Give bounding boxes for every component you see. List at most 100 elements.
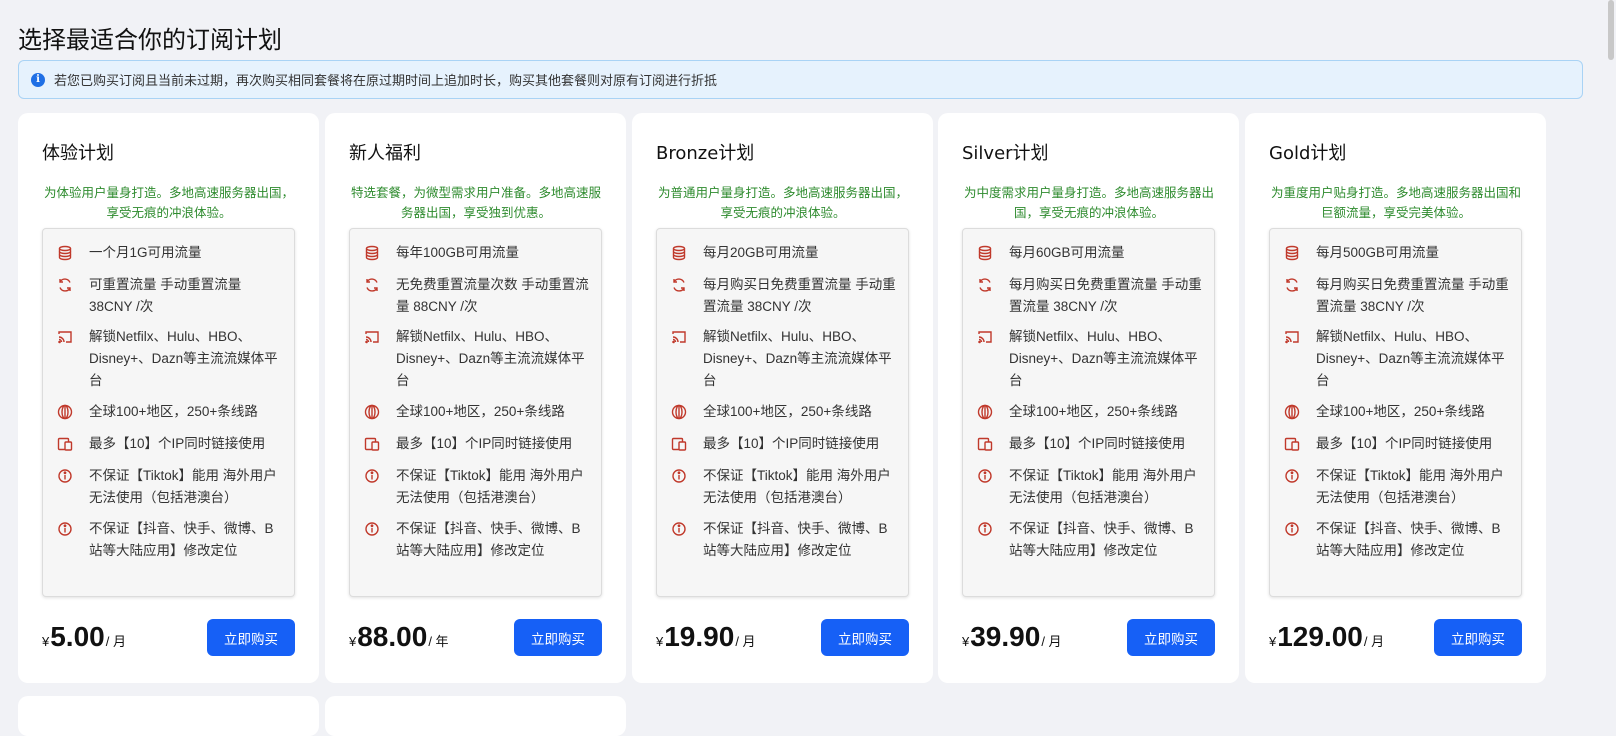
plan-price: ¥19.90/ 月 (656, 621, 756, 653)
buy-now-button[interactable]: 立即购买 (1127, 619, 1215, 656)
feature-text: 最多【10】个IP同时链接使用 (703, 436, 880, 451)
refresh-icon (364, 277, 380, 293)
billing-period: / 月 (105, 634, 126, 649)
feature-text: 全球100+地区，250+条线路 (703, 404, 872, 419)
feature-text: 无免费重置流量次数 手动重置流量 88CNY /次 (396, 277, 589, 314)
feature-text: 每月500GB可用流量 (1316, 245, 1440, 260)
page-title: 选择最适合你的订阅计划 (18, 26, 282, 54)
globe-icon (671, 404, 687, 420)
plan-card: Bronze计划 为普通用户量身打造。多地高速服务器出国，享受无痕的冲浪体验。 每月… (632, 113, 933, 683)
feature-text: 最多【10】个IP同时链接使用 (89, 436, 266, 451)
database-icon (977, 245, 993, 261)
feature-list: 一个月1G可用流量可重置流量 手动重置流量 38CNY /次解锁Netfilx、… (42, 228, 295, 597)
devices-icon (977, 436, 993, 452)
scrollbar[interactable] (1606, 0, 1616, 712)
feature-text: 不保证【Tiktok】能用 海外用户无法使用（包括港澳台） (703, 468, 891, 505)
feature-list: 每年100GB可用流量无免费重置流量次数 手动重置流量 88CNY /次解锁Ne… (349, 228, 602, 597)
feature-text: 每月60GB可用流量 (1009, 245, 1125, 260)
info-icon (977, 521, 993, 537)
currency-symbol: ¥ (42, 634, 50, 649)
plan-card-partial (18, 696, 319, 736)
feature-text: 不保证【Tiktok】能用 海外用户无法使用（包括港澳台） (396, 468, 584, 505)
devices-icon (57, 436, 73, 452)
billing-period: / 月 (1363, 634, 1385, 649)
feature-list: 每月60GB可用流量每月购买日免费重置流量 手动重置流量 38CNY /次解锁N… (962, 228, 1215, 597)
devices-icon (364, 436, 380, 452)
database-icon (57, 245, 73, 261)
devices-icon (671, 436, 687, 452)
feature-text: 不保证【抖音、快手、微博、B站等大陆应用】修改定位 (396, 521, 581, 558)
feature-text: 每月购买日免费重置流量 手动重置流量 38CNY /次 (1009, 277, 1202, 314)
info-icon (671, 468, 687, 484)
refresh-icon (671, 277, 687, 293)
info-icon (364, 521, 380, 537)
info-icon (364, 468, 380, 484)
plan-name: 新人福利 (349, 143, 421, 164)
billing-period: / 月 (735, 634, 756, 649)
refresh-icon (977, 277, 993, 293)
feature-text: 每年100GB可用流量 (396, 245, 520, 260)
refresh-icon (1284, 277, 1300, 293)
plan-name: Gold计划 (1269, 143, 1347, 164)
info-icon (1284, 468, 1300, 484)
buy-now-button[interactable]: 立即购买 (514, 619, 602, 656)
plan-card: 新人福利特选套餐，为微型需求用户准备。多地高速服务器出国，享受独到优惠。每年10… (325, 113, 626, 683)
globe-icon (1284, 404, 1300, 420)
plan-description: 为重度用户贴身打造。多地高速服务器出国和巨额流量，享受完美体验。 (1271, 186, 1522, 220)
plan-price: ¥129.00/ 月 (1269, 621, 1384, 653)
feature-text: 不保证【抖音、快手、微博、B站等大陆应用】修改定位 (1316, 521, 1501, 558)
currency-symbol: ¥ (962, 634, 970, 649)
feature-text: 解锁Netfilx、Hulu、HBO、Disney+、Dazn等主流流媒体平台 (1009, 329, 1198, 388)
feature-text: 不保证【抖音、快手、微博、B站等大陆应用】修改定位 (703, 521, 888, 558)
database-icon (1284, 245, 1300, 261)
feature-list: 每月500GB可用流量每月购买日免费重置流量 手动重置流量 38CNY /次解锁… (1269, 228, 1522, 597)
feature-text: 不保证【Tiktok】能用 海外用户无法使用（包括港澳台） (1316, 468, 1504, 505)
feature-text: 最多【10】个IP同时链接使用 (396, 436, 573, 451)
info-icon: i (31, 72, 45, 87)
price-amount: 129.00 (1277, 621, 1363, 652)
feature-text: 解锁Netfilx、Hulu、HBO、Disney+、Dazn等主流流媒体平台 (396, 329, 585, 388)
feature-text: 解锁Netfilx、Hulu、HBO、Disney+、Dazn等主流流媒体平台 (1316, 329, 1505, 388)
plan-name: 体验计划 (42, 143, 114, 164)
database-icon (364, 245, 380, 261)
cast-icon (57, 329, 73, 345)
price-amount: 19.90 (664, 621, 735, 652)
info-icon (57, 468, 73, 484)
plan-price: ¥88.00/ 年 (349, 621, 449, 653)
cast-icon (1284, 329, 1300, 345)
currency-symbol: ¥ (349, 634, 357, 649)
feature-text: 解锁Netfilx、Hulu、HBO、Disney+、Dazn等主流流媒体平台 (703, 329, 892, 388)
info-icon (1284, 521, 1300, 537)
globe-icon (977, 404, 993, 420)
scrollbar-thumb[interactable] (1608, 0, 1614, 60)
feature-list: 每月20GB可用流量 每月购买日免费重置流量 手动重置流量 38CNY /次 解锁N… (656, 228, 909, 597)
plan-name: Bronze计划 (656, 143, 755, 164)
cast-icon (977, 329, 993, 345)
feature-text: 全球100+地区，250+条线路 (89, 404, 258, 419)
plan-description: 为体验用户量身打造。多地高速服务器出国，享受无痕的冲浪体验。 (44, 186, 295, 220)
currency-symbol: ¥ (656, 634, 664, 649)
feature-text: 不保证【Tiktok】能用 海外用户无法使用（包括港澳台） (89, 468, 277, 505)
buy-now-button[interactable]: 立即购买 (207, 619, 295, 656)
plan-card: Silver计划为中度需求用户量身打造。多地高速服务器出国，享受无痕的冲浪体验。… (938, 113, 1239, 683)
plan-price: ¥5.00/ 月 (42, 621, 126, 653)
billing-period: / 月 (1041, 634, 1062, 649)
feature-text: 每月购买日免费重置流量 手动重置流量 38CNY /次 (703, 277, 896, 314)
feature-text: 不保证【抖音、快手、微博、B站等大陆应用】修改定位 (1009, 521, 1194, 558)
feature-text: 最多【10】个IP同时链接使用 (1009, 436, 1186, 451)
feature-text: 每月购买日免费重置流量 手动重置流量 38CNY /次 (1316, 277, 1509, 314)
info-icon (57, 521, 73, 537)
plan-card: 体验计划为体验用户量身打造。多地高速服务器出国，享受无痕的冲浪体验。一个月1G可… (18, 113, 319, 683)
plan-description: 特选套餐，为微型需求用户准备。多地高速服务器出国，享受独到优惠。 (351, 186, 602, 220)
feature-text: 可重置流量 手动重置流量 38CNY /次 (89, 277, 242, 314)
plan-name: Silver计划 (962, 143, 1049, 164)
price-amount: 88.00 (357, 621, 428, 652)
buy-now-button[interactable]: 立即购买 (821, 619, 909, 656)
globe-icon (57, 404, 73, 420)
feature-text: 一个月1G可用流量 (89, 245, 202, 260)
buy-now-button[interactable]: 立即购买 (1434, 619, 1522, 656)
feature-text: 解锁Netfilx、Hulu、HBO、Disney+、Dazn等主流流媒体平台 (89, 329, 278, 388)
plan-description: 为中度需求用户量身打造。多地高速服务器出国，享受无痕的冲浪体验。 (964, 186, 1215, 220)
cast-icon (671, 329, 687, 345)
info-icon (977, 468, 993, 484)
